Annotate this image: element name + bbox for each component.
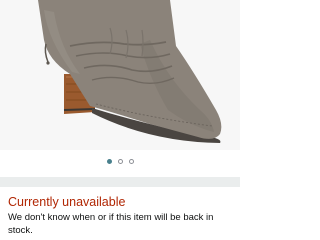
carousel-dot-3[interactable] [128, 159, 134, 164]
image-carousel-dots[interactable] [0, 159, 240, 167]
carousel-dot-2[interactable] [117, 159, 123, 164]
product-image[interactable] [0, 0, 240, 150]
carousel-dot-1[interactable] [106, 159, 112, 164]
lace-end [46, 61, 50, 65]
availability-section: Currently unavailable We don't know when… [8, 195, 236, 237]
heel-tip [63, 108, 96, 111]
availability-status: Currently unavailable [8, 195, 126, 209]
section-divider [0, 177, 240, 187]
availability-message: We don't know when or if this item will … [8, 212, 214, 236]
boot-illustration [38, 0, 222, 143]
